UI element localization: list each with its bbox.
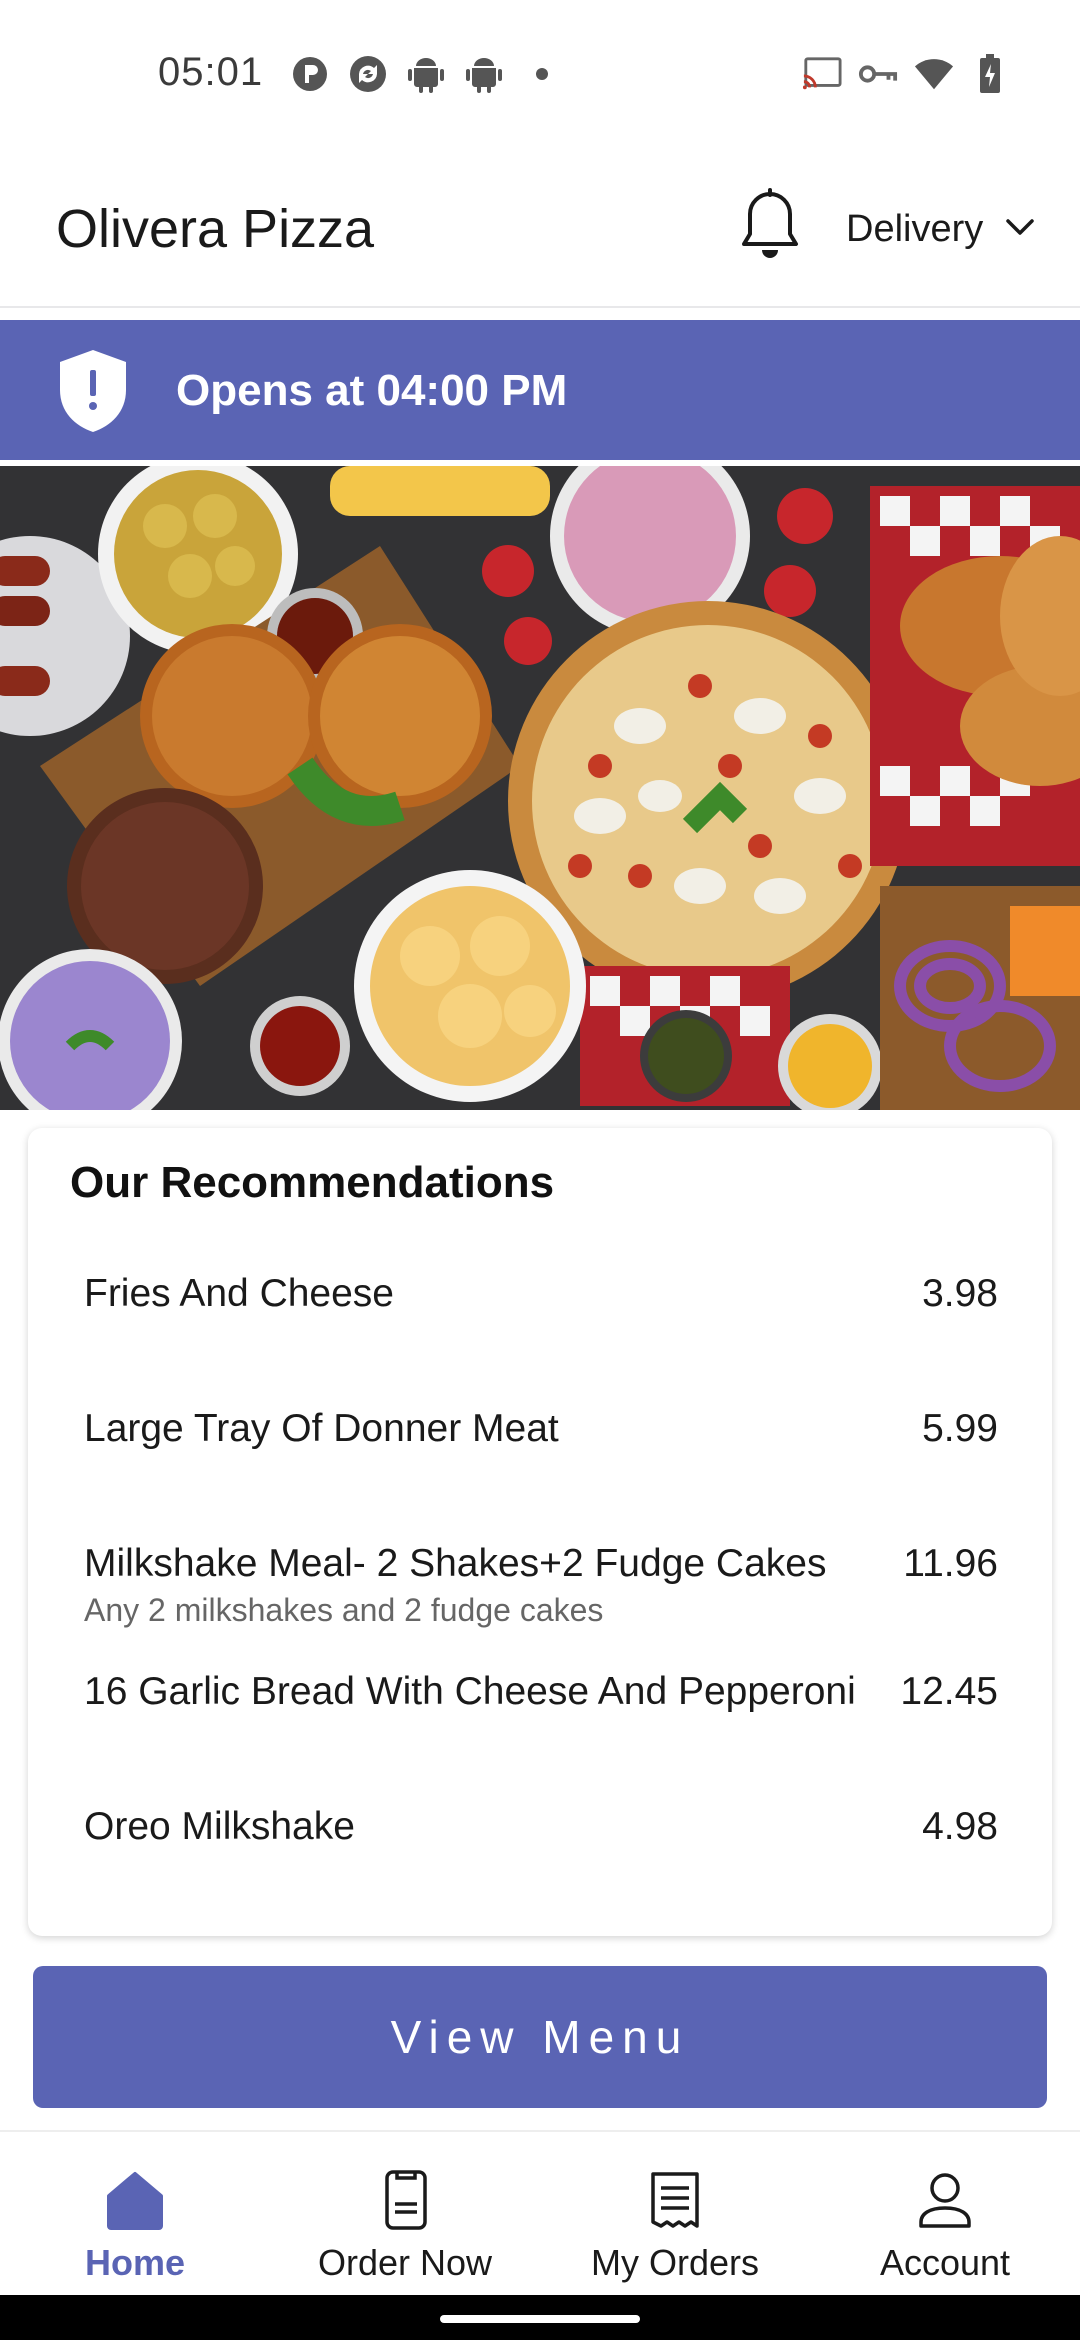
battery-icon <box>970 54 1010 94</box>
account-icon <box>913 2168 977 2232</box>
nav-order-now-label: Order Now <box>317 2242 493 2283</box>
order-now-icon <box>373 2168 437 2232</box>
page-title: Olivera Pizza <box>56 199 375 259</box>
nav-account[interactable]: Account <box>810 2132 1080 2297</box>
item-price: 11.96 <box>903 1542 998 1585</box>
recommendation-item[interactable]: 16 Garlic Bread With Cheese And Pepperon… <box>84 1670 998 1714</box>
notification-icons <box>290 52 562 96</box>
system-icons <box>802 52 1010 96</box>
p-app-icon <box>290 54 330 94</box>
recommendations-card: Our Recommendations Fries And Cheese 3.9… <box>28 1128 1052 1936</box>
vpn-key-icon <box>858 54 898 94</box>
nav-home[interactable]: Home <box>0 2132 270 2297</box>
item-price: 3.98 <box>922 1272 998 1315</box>
receipt-icon <box>643 2168 707 2232</box>
status-time: 05:01 <box>158 50 264 94</box>
opening-hours-text: Opens at 04:00 PM <box>176 366 568 415</box>
nav-home-label: Home <box>84 2242 186 2283</box>
status-bar: 05:01 <box>0 0 1080 150</box>
nav-order-now[interactable]: Order Now <box>270 2132 540 2297</box>
delivery-mode-label: Delivery <box>846 207 984 250</box>
android-icon <box>406 54 446 94</box>
recommendation-item[interactable]: Fries And Cheese 3.98 <box>84 1272 998 1316</box>
recommendations-title: Our Recommendations <box>70 1158 555 1207</box>
item-name: Oreo Milkshake <box>84 1805 355 1848</box>
item-name: 16 Garlic Bread With Cheese And Pepperon… <box>84 1670 856 1713</box>
hero-food-image <box>0 466 1080 1110</box>
home-icon <box>103 2168 167 2232</box>
shield-alert-icon <box>56 348 130 434</box>
nav-account-label: Account <box>879 2242 1011 2283</box>
item-price: 4.98 <box>922 1805 998 1848</box>
android-icon-2 <box>464 54 504 94</box>
item-price: 5.99 <box>922 1407 998 1450</box>
bell-icon[interactable] <box>738 188 802 262</box>
app-header: Olivera Pizza Delivery <box>0 150 1080 308</box>
nav-my-orders[interactable]: My Orders <box>540 2132 810 2297</box>
view-menu-button[interactable]: View Menu <box>33 1966 1047 2108</box>
gesture-bar <box>0 2295 1080 2340</box>
item-name: Large Tray Of Donner Meat <box>84 1407 559 1450</box>
wifi-icon <box>914 54 954 94</box>
home-gesture-pill[interactable] <box>440 2315 640 2323</box>
bottom-navigation: Home Order Now My Orders Account <box>0 2130 1080 2295</box>
item-description: Any 2 milkshakes and 2 fudge cakes <box>84 1592 604 1628</box>
cast-icon <box>802 54 842 94</box>
item-name: Fries And Cheese <box>84 1272 395 1315</box>
recommendation-item[interactable]: Large Tray Of Donner Meat 5.99 <box>84 1407 998 1451</box>
recommendation-item[interactable]: Oreo Milkshake 4.98 <box>84 1805 998 1849</box>
sync-app-icon <box>348 54 388 94</box>
nav-my-orders-label: My Orders <box>590 2242 759 2283</box>
dot-icon <box>522 54 562 94</box>
item-name: Milkshake Meal- 2 Shakes+2 Fudge Cakes <box>84 1542 827 1585</box>
delivery-mode-dropdown[interactable]: Delivery <box>846 204 1035 254</box>
recommendation-item[interactable]: Milkshake Meal- 2 Shakes+2 Fudge Cakes 1… <box>84 1542 998 1629</box>
item-price: 12.45 <box>900 1670 998 1713</box>
chevron-down-icon <box>1005 217 1035 242</box>
opening-hours-banner: Opens at 04:00 PM <box>0 320 1080 460</box>
